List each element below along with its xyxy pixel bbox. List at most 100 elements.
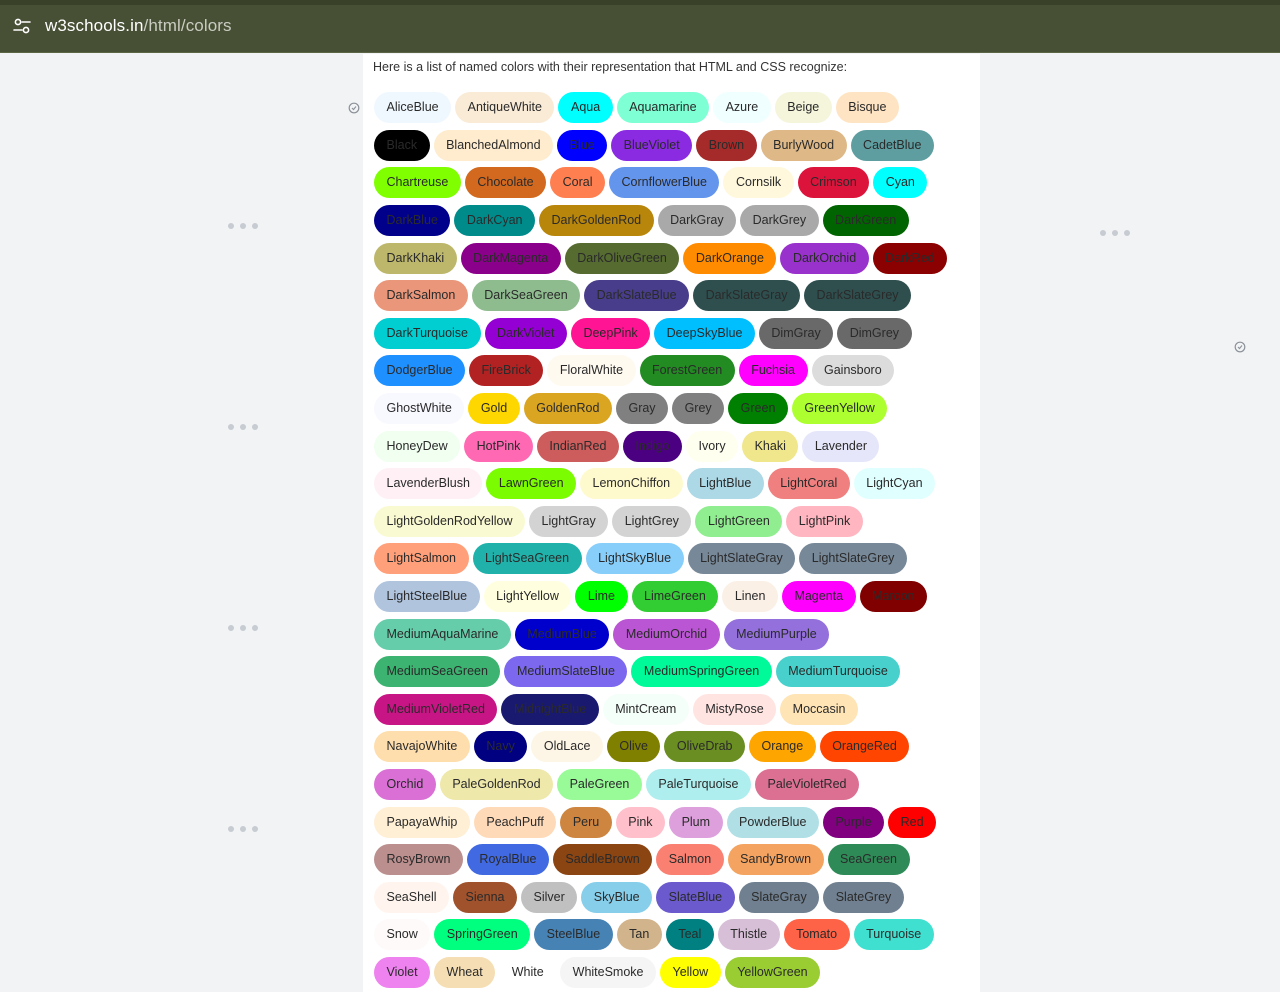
color-chip-gray: Gray — [615, 393, 669, 425]
color-chip-slategrey: SlateGrey — [823, 881, 904, 913]
color-chip-darkturquoise: DarkTurquoise — [374, 317, 481, 349]
color-chip-paleturquoise: PaleTurquoise — [645, 768, 751, 800]
color-chip-limegreen: LimeGreen — [631, 581, 719, 613]
color-chip-row: DodgerBlue FireBrick FloralWhite ForestGree… — [374, 352, 974, 390]
color-chip-saddlebrown: SaddleBrown — [552, 844, 653, 876]
color-chip-seagreen: SeaGreen — [827, 844, 910, 876]
color-chip-firebrick: FireBrick — [469, 355, 544, 387]
color-chip-papayawhip: PapayaWhip — [374, 806, 470, 838]
color-chip-palevioletred: PaleVioletRed — [755, 768, 859, 800]
color-chip-lightsalmon: LightSalmon — [374, 543, 469, 575]
color-chip-ghostwhite: GhostWhite — [374, 393, 465, 425]
color-chip-brown: Brown — [696, 129, 757, 161]
color-chip-turquoise: Turquoise — [853, 919, 934, 951]
color-chip-steelblue: SteelBlue — [534, 919, 613, 951]
color-chip-cadetblue: CadetBlue — [850, 129, 934, 161]
url-path: /html/colors — [143, 16, 232, 35]
color-chip-darkgreen: DarkGreen — [822, 205, 909, 237]
color-chip-peachpuff: PeachPuff — [473, 806, 557, 838]
color-chip-plum: Plum — [669, 806, 723, 838]
color-chip-aliceblue: AliceBlue — [374, 92, 452, 124]
color-chip-lightcoral: LightCoral — [767, 468, 850, 500]
url-text[interactable]: w3schools.in/html/colors — [45, 16, 232, 36]
color-chip-green: Green — [728, 393, 788, 425]
color-chip-mediumturquoise: MediumTurquoise — [775, 656, 901, 688]
color-chip-indianred: IndianRed — [536, 430, 619, 462]
color-chip-row: MediumAquaMarine MediumBlue MediumOrchid Me… — [374, 615, 974, 653]
color-chip-beige: Beige — [774, 92, 832, 124]
color-chip-palegreen: PaleGreen — [557, 768, 642, 800]
color-chip-rosybrown: RosyBrown — [374, 844, 463, 876]
color-chip-lemonchiffon: LemonChiffon — [580, 468, 683, 500]
color-chip-royalblue: RoyalBlue — [466, 844, 549, 876]
color-chip-list: AliceBlue AntiqueWhite Aqua Aquamarine Azure… — [374, 89, 974, 991]
color-chip-row: Violet Wheat White WhiteSmoke Yellow YellowGr… — [374, 954, 974, 992]
color-chip-aqua: Aqua — [558, 92, 613, 124]
color-chip-lightgoldenrodyellow: LightGoldenRodYellow — [374, 505, 526, 537]
color-chip-black: Black — [374, 129, 430, 161]
color-chip-lime: Lime — [575, 581, 628, 613]
color-chip-darkcyan: DarkCyan — [454, 205, 535, 237]
color-chip-yellow: Yellow — [660, 956, 721, 988]
site-settings-icon[interactable] — [11, 15, 33, 37]
color-chip-thistle: Thistle — [717, 919, 780, 951]
color-chip-darkgoldenrod: DarkGoldenRod — [539, 205, 654, 237]
ad-loading-dots-icon — [228, 424, 268, 434]
ad-loading-dots-icon — [228, 826, 268, 836]
color-chip-mediumspringgreen: MediumSpringGreen — [631, 656, 772, 688]
color-chip-row: Orchid PaleGoldenRod PaleGreen PaleTurquois… — [374, 766, 974, 804]
color-chip-cornflowerblue: CornflowerBlue — [609, 167, 720, 199]
color-chip-goldenrod: GoldenRod — [523, 393, 612, 425]
color-chip-row: MediumVioletRed MidnightBlue MintCream Mist… — [374, 691, 974, 729]
color-chip-midnightblue: MidnightBlue — [501, 693, 599, 725]
color-chip-blanchedalmond: BlanchedAlmond — [433, 129, 554, 161]
color-chip-mediumseagreen: MediumSeaGreen — [374, 656, 501, 688]
color-chip-darkslategray: DarkSlateGray — [693, 280, 801, 312]
color-chip-blue: Blue — [557, 129, 608, 161]
color-chip-violet: Violet — [374, 956, 431, 988]
color-chip-deepskyblue: DeepSkyBlue — [654, 317, 755, 349]
color-chip-row: DarkTurquoise DarkViolet DeepPink DeepSkyBl… — [374, 315, 974, 353]
color-chip-antiquewhite: AntiqueWhite — [455, 92, 555, 124]
color-chip-tan: Tan — [616, 919, 662, 951]
color-chip-gold: Gold — [468, 393, 520, 425]
color-chip-darkgray: DarkGray — [657, 205, 737, 237]
color-chip-lightcyan: LightCyan — [853, 468, 936, 500]
color-chip-springgreen: SpringGreen — [434, 919, 531, 951]
color-chip-forestgreen: ForestGreen — [639, 355, 735, 387]
color-chip-olivedrab: OliveDrab — [664, 731, 745, 763]
ad-choices-icon[interactable] — [348, 102, 360, 114]
color-chip-bisque: Bisque — [835, 92, 899, 124]
color-chip-greenyellow: GreenYellow — [791, 393, 888, 425]
color-chip-lightgreen: LightGreen — [695, 505, 783, 537]
color-chip-lightgrey: LightGrey — [612, 505, 692, 537]
color-chip-darkkhaki: DarkKhaki — [374, 242, 457, 274]
color-chip-red: Red — [888, 806, 937, 838]
url-domain: w3schools.in — [45, 16, 144, 35]
color-chip-mediumaquamarine: MediumAquaMarine — [374, 618, 511, 650]
color-chip-crimson: Crimson — [797, 167, 870, 199]
color-chip-fuchsia: Fuchsia — [738, 355, 808, 387]
color-chip-row: LightGoldenRodYellow LightGray LightGrey Li… — [374, 503, 974, 541]
color-chip-honeydew: HoneyDew — [374, 430, 461, 462]
color-chip-row: LightSteelBlue LightYellow Lime LimeGreen Li… — [374, 578, 974, 616]
color-chip-mediumblue: MediumBlue — [514, 618, 610, 650]
color-chip-chartreuse: Chartreuse — [374, 167, 461, 199]
ad-choices-icon[interactable] — [1234, 341, 1246, 353]
color-chip-ivory: Ivory — [685, 430, 739, 462]
color-chip-navy: Navy — [473, 731, 528, 763]
color-chip-orangered: OrangeRed — [819, 731, 910, 763]
color-chip-row: DarkSalmon DarkSeaGreen DarkSlateBlue DarkS… — [374, 277, 974, 315]
color-chip-darkgrey: DarkGrey — [740, 205, 819, 237]
color-chip-darkorchid: DarkOrchid — [780, 242, 869, 274]
color-chip-olive: Olive — [606, 731, 661, 763]
color-chip-sandybrown: SandyBrown — [727, 844, 824, 876]
color-chip-row: DarkKhaki DarkMagenta DarkOliveGreen DarkOr… — [374, 239, 974, 277]
color-chip-lawngreen: LawnGreen — [486, 468, 577, 500]
color-chip-mintcream: MintCream — [602, 693, 689, 725]
color-chip-cornsilk: Cornsilk — [723, 167, 794, 199]
color-chip-row: LavenderBlush LawnGreen LemonChiffon LightB… — [374, 465, 974, 503]
color-chip-row: SeaShell Sienna Silver SkyBlue SlateBlue Slat… — [374, 878, 974, 916]
color-chip-row: DarkBlue DarkCyan DarkGoldenRod DarkGray Dar… — [374, 202, 974, 240]
color-chip-lightgray: LightGray — [529, 505, 609, 537]
